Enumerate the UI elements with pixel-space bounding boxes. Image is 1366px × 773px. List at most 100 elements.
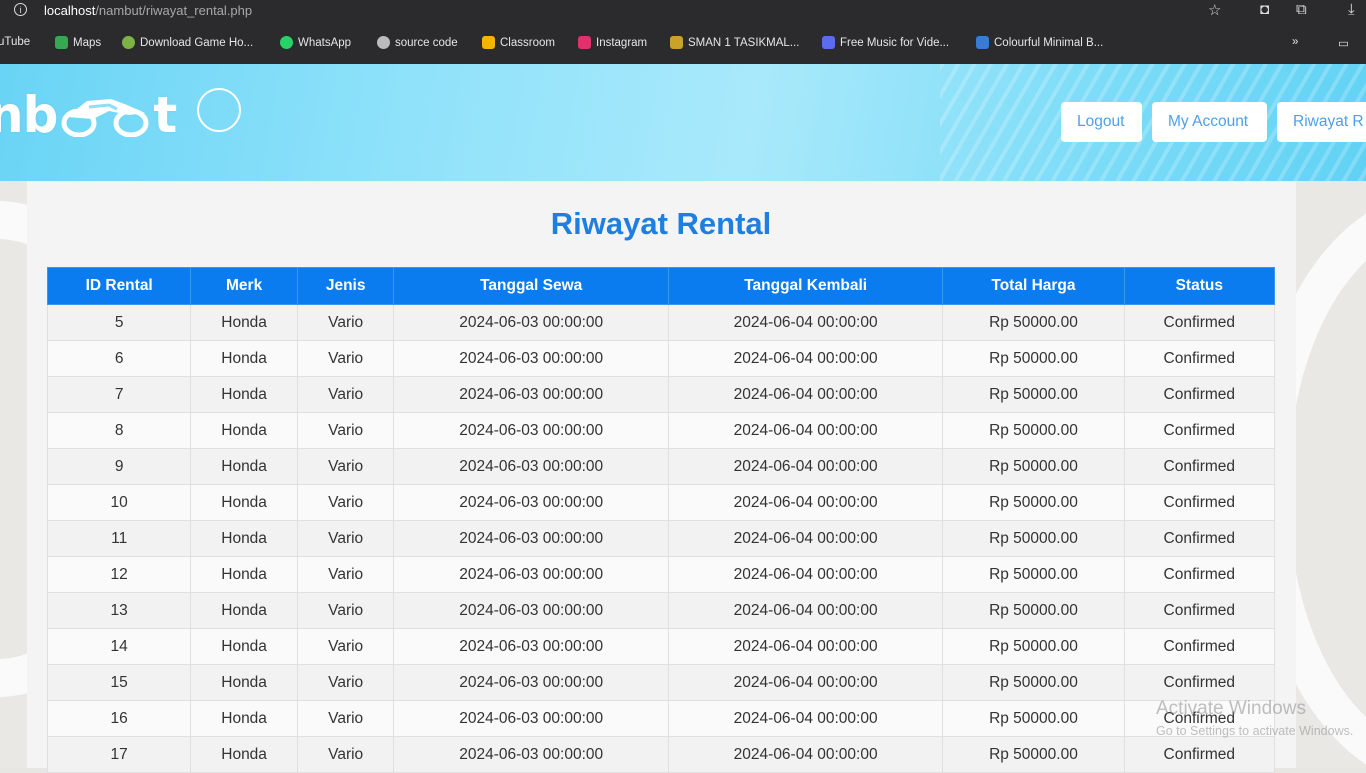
- all-bookmarks-folder-icon[interactable]: ▭: [1338, 36, 1349, 50]
- cell-jenis: Vario: [296, 628, 395, 665]
- cell-tanggal-kembali: 2024-06-04 00:00:00: [667, 448, 944, 485]
- cell-merk: Honda: [190, 448, 298, 485]
- column-header-merk: Merk: [190, 267, 298, 305]
- bookmark-item[interactable]: Download Game Ho...: [122, 36, 253, 49]
- cell-id-rental: 15: [46, 664, 192, 701]
- cell-merk: Honda: [190, 376, 298, 413]
- cell-id-rental: 11: [46, 520, 192, 557]
- puzzle-icon[interactable]: ⧉: [1296, 1, 1307, 18]
- cell-tanggal-kembali: 2024-06-04 00:00:00: [667, 664, 944, 701]
- cell-id-rental: 7: [46, 376, 192, 413]
- cell-tanggal-kembali: 2024-06-04 00:00:00: [667, 592, 944, 629]
- bookmark-label: SMAN 1 TASIKMAL...: [688, 36, 800, 49]
- bookmark-item[interactable]: Colourful Minimal B...: [976, 36, 1103, 49]
- column-header-tanggal-kembali: Tanggal Kembali: [667, 267, 944, 305]
- cell-merk: Honda: [190, 340, 298, 377]
- riwayat-rental-button[interactable]: Riwayat R: [1277, 102, 1366, 142]
- table-row: 13 Honda Vario 2024-06-03 00:00:00 2024-06-0…: [46, 592, 1276, 629]
- site-info-icon[interactable]: i: [14, 3, 27, 16]
- cell-tanggal-sewa: 2024-06-03 00:00:00: [393, 628, 669, 665]
- table-row: 12 Honda Vario 2024-06-03 00:00:00 2024-06-0…: [46, 556, 1276, 593]
- cell-id-rental: 13: [46, 592, 192, 629]
- extension-icon[interactable]: ◘: [1260, 1, 1269, 18]
- bookmark-item[interactable]: source code: [377, 36, 458, 49]
- cell-tanggal-kembali: 2024-06-04 00:00:00: [667, 556, 944, 593]
- cell-total-harga: Rp 50000.00: [942, 736, 1125, 773]
- bookmark-label: Download Game Ho...: [140, 36, 254, 49]
- site-logo[interactable]: nb t: [0, 86, 177, 149]
- site-header: nb t Logout My Account Riwayat R: [0, 64, 1366, 181]
- bookmark-item[interactable]: WhatsApp: [280, 36, 351, 49]
- table-row: 14 Honda Vario 2024-06-03 00:00:00 2024-06-0…: [46, 628, 1276, 665]
- bookmark-star-icon[interactable]: ☆: [1208, 1, 1221, 19]
- game-icon: [122, 36, 135, 49]
- maps-icon: [55, 36, 68, 49]
- table-row: 17 Honda Vario 2024-06-03 00:00:00 2024-06-0…: [46, 736, 1276, 773]
- logo-text-left: nb: [0, 86, 58, 144]
- column-header-status: Status: [1123, 267, 1276, 305]
- classroom-icon: [482, 36, 495, 49]
- cell-status: Confirmed: [1123, 520, 1276, 557]
- motorcycle-logo-icon: [59, 89, 151, 149]
- cell-tanggal-kembali: 2024-06-04 00:00:00: [667, 340, 944, 377]
- bookmark-item[interactable]: uTube: [0, 36, 30, 48]
- cell-tanggal-sewa: 2024-06-03 00:00:00: [393, 448, 669, 485]
- download-icon[interactable]: ⤓: [1348, 1, 1355, 18]
- table-row: 16 Honda Vario 2024-06-03 00:00:00 2024-06-0…: [46, 700, 1276, 737]
- logout-button[interactable]: Logout: [1061, 102, 1142, 142]
- cell-status: Confirmed: [1123, 664, 1276, 701]
- cell-total-harga: Rp 50000.00: [942, 412, 1125, 449]
- cell-tanggal-sewa: 2024-06-03 00:00:00: [393, 484, 669, 521]
- cell-tanggal-kembali: 2024-06-04 00:00:00: [667, 700, 944, 737]
- column-header-total-harga: Total Harga: [942, 267, 1125, 305]
- table-row: 7 Honda Vario 2024-06-03 00:00:00 2024-06-04…: [46, 376, 1276, 413]
- cell-id-rental: 10: [46, 484, 192, 521]
- cell-id-rental: 8: [46, 412, 192, 449]
- cell-total-harga: Rp 50000.00: [942, 448, 1125, 485]
- cell-total-harga: Rp 50000.00: [942, 376, 1125, 413]
- cell-tanggal-kembali: 2024-06-04 00:00:00: [667, 736, 944, 773]
- cell-jenis: Vario: [296, 736, 395, 773]
- cell-tanggal-sewa: 2024-06-03 00:00:00: [393, 304, 669, 341]
- table-row: 5 Honda Vario 2024-06-03 00:00:00 2024-06-04…: [46, 304, 1276, 341]
- table-row: 11 Honda Vario 2024-06-03 00:00:00 2024-06-0…: [46, 520, 1276, 557]
- cell-jenis: Vario: [296, 484, 395, 521]
- table-row: 6 Honda Vario 2024-06-03 00:00:00 2024-06-04…: [46, 340, 1276, 377]
- cell-tanggal-sewa: 2024-06-03 00:00:00: [393, 520, 669, 557]
- table-row: 10 Honda Vario 2024-06-03 00:00:00 2024-06-0…: [46, 484, 1276, 521]
- cell-merk: Honda: [190, 484, 298, 521]
- bookmark-item[interactable]: Free Music for Vide...: [822, 36, 949, 49]
- bookmark-label: WhatsApp: [298, 36, 352, 49]
- bookmark-item[interactable]: Classroom: [482, 36, 555, 49]
- bookmark-label: Maps: [73, 36, 102, 49]
- column-header-tanggal-sewa: Tanggal Sewa: [393, 267, 669, 305]
- my-account-button[interactable]: My Account: [1152, 102, 1267, 142]
- bookmark-item[interactable]: Instagram: [578, 36, 647, 49]
- cell-merk: Honda: [190, 592, 298, 629]
- cell-tanggal-sewa: 2024-06-03 00:00:00: [393, 340, 669, 377]
- cell-jenis: Vario: [296, 412, 395, 449]
- more-bookmarks-icon[interactable]: »: [1292, 36, 1298, 48]
- cell-tanggal-kembali: 2024-06-04 00:00:00: [667, 412, 944, 449]
- cell-total-harga: Rp 50000.00: [942, 592, 1125, 629]
- cell-tanggal-sewa: 2024-06-03 00:00:00: [393, 700, 669, 737]
- bookmark-item[interactable]: Maps: [55, 36, 101, 49]
- cell-total-harga: Rp 50000.00: [942, 304, 1125, 341]
- cell-id-rental: 5: [46, 304, 192, 341]
- url-field[interactable]: localhost/nambut/riwayat_rental.php: [44, 3, 252, 18]
- cell-tanggal-sewa: 2024-06-03 00:00:00: [393, 376, 669, 413]
- cell-merk: Honda: [190, 664, 298, 701]
- cell-total-harga: Rp 50000.00: [942, 520, 1125, 557]
- cell-merk: Honda: [190, 304, 298, 341]
- cell-jenis: Vario: [296, 664, 395, 701]
- cell-tanggal-kembali: 2024-06-04 00:00:00: [667, 628, 944, 665]
- bookmark-label: uTube: [0, 36, 31, 48]
- cell-jenis: Vario: [296, 448, 395, 485]
- cell-tanggal-kembali: 2024-06-04 00:00:00: [667, 520, 944, 557]
- cell-jenis: Vario: [296, 376, 395, 413]
- cell-merk: Honda: [190, 736, 298, 773]
- cell-status: Confirmed: [1123, 484, 1276, 521]
- cell-total-harga: Rp 50000.00: [942, 340, 1125, 377]
- bookmark-item[interactable]: SMAN 1 TASIKMAL...: [670, 36, 799, 49]
- theme-toggle-circle[interactable]: [197, 88, 241, 132]
